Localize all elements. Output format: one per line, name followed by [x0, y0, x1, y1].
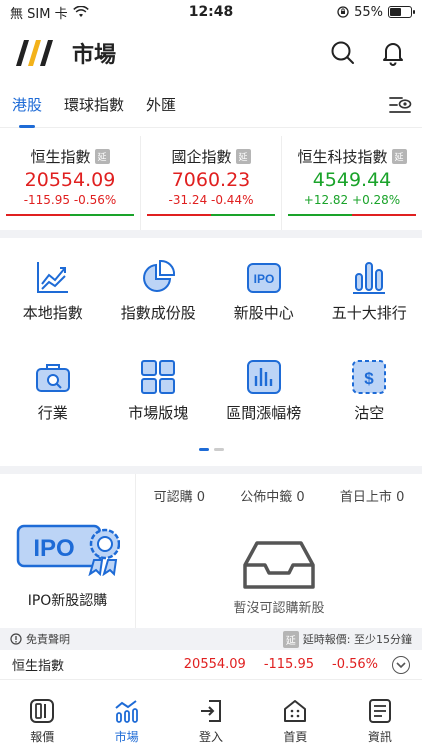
section-divider [0, 466, 422, 474]
home-icon [284, 700, 307, 722]
list-eye-icon [389, 97, 412, 113]
ipo-stat-first-day[interactable]: 首日上市 0 [340, 486, 404, 505]
ipo-empty-state: 暫沒可認購新股 [136, 539, 422, 616]
trend-bar [6, 214, 134, 216]
index-price: 20554.09 [24, 169, 116, 191]
ipo-stat-allotment[interactable]: 公佈中籤 0 [240, 486, 304, 505]
news-icon [368, 699, 391, 723]
carrier-label: 無 SIM 卡 [10, 6, 68, 22]
notification-button[interactable] [378, 38, 408, 68]
market-menu-grid: 本地指數 指數成份股 IPO 新股中心 五十大排行 行業 市場版塊 區間漲幅榜 … [0, 238, 422, 458]
quote-icon [30, 699, 55, 723]
index-price: 7060.23 [171, 169, 251, 191]
ipo-title: IPO新股認購 [27, 593, 108, 609]
svg-text:IPO: IPO [253, 272, 274, 286]
nav-news[interactable]: 資訊 [338, 692, 422, 750]
bell-icon [383, 43, 403, 66]
view-settings-button[interactable] [388, 94, 412, 120]
nav-market[interactable]: 市場 [84, 692, 168, 750]
tab-hk-stocks[interactable]: 港股 [12, 82, 42, 128]
page-title: 市場 [72, 43, 117, 68]
nav-quote[interactable]: 報價 [0, 692, 84, 750]
menu-period-gainers[interactable]: 區間漲幅榜 [211, 358, 317, 452]
trend-bar [147, 214, 275, 216]
app-header: 市場 [0, 24, 422, 82]
ipo-subscription-entry[interactable]: IPO IPO新股認購 [0, 474, 136, 628]
menu-short-selling[interactable]: $ 沽空 [317, 358, 422, 452]
index-card-hscei[interactable]: 國企指數延 7060.23 -31.24 -0.44% [141, 136, 282, 230]
index-cards: 恒生指數延 20554.09 -115.95 -0.56% 國企指數延 7060… [0, 128, 422, 230]
menu-market-sectors[interactable]: 市場版塊 [106, 358, 212, 452]
battery-percent: 55% [354, 4, 383, 20]
trend-bar [288, 214, 416, 216]
index-card-hstech[interactable]: 恒生科技指數延 4549.44 +12.82 +0.28% [282, 136, 422, 230]
ipo-badge-icon: IPO [16, 524, 120, 576]
ipo-section: IPO IPO新股認購 可認購 0 公佈中籤 0 首日上市 0 暫沒可認購新股 [0, 474, 422, 628]
tab-forex[interactable]: 外匯 [146, 82, 176, 128]
delay-badge: 延 [235, 149, 251, 164]
delay-badge: 延 [391, 149, 407, 164]
index-change: -115.95 -0.56% [23, 193, 117, 207]
delay-note: 延時報價: 至少15分鐘 [302, 633, 412, 646]
ipo-icon: IPO [246, 263, 281, 293]
market-tabs: 港股 環球指數 外匯 [0, 82, 422, 128]
nav-home[interactable]: 首頁 [253, 692, 337, 750]
section-divider [0, 230, 422, 238]
menu-index-constituents[interactable]: 指數成份股 [106, 258, 212, 352]
market-icon [114, 700, 138, 723]
ticker-change: -115.95 [263, 657, 314, 672]
menu-industry[interactable]: 行業 [0, 358, 106, 452]
pie-chart-icon [143, 259, 176, 292]
bottom-nav: 報價 市場 登入 首頁 資訊 [0, 692, 422, 750]
dollar-box-icon: $ [352, 360, 387, 394]
grid-blocks-icon [141, 360, 176, 394]
delay-badge: 延 [282, 630, 299, 648]
index-card-hsi[interactable]: 恒生指數延 20554.09 -115.95 -0.56% [0, 136, 141, 230]
ticker-pct: -0.56% [332, 657, 378, 672]
bar-chart-icon [246, 360, 281, 394]
ipo-badge-text: IPO [33, 535, 74, 562]
menu-local-indices[interactable]: 本地指數 [0, 258, 106, 352]
index-change: -31.24 -0.44% [168, 193, 254, 207]
ticker-price: 20554.09 [183, 657, 246, 672]
disclaimer-link[interactable]: 免責聲明 [10, 631, 70, 647]
index-change: +12.82 +0.28% [303, 193, 401, 207]
nav-login[interactable]: 登入 [169, 692, 253, 750]
page-dot-1[interactable] [198, 448, 209, 451]
menu-ipo-centre[interactable]: IPO 新股中心 [211, 258, 317, 352]
index-name: 國企指數 [171, 148, 232, 166]
briefcase-search-icon [35, 364, 70, 392]
status-bar: 無 SIM 卡 12:48 55% [0, 0, 422, 24]
menu-top-50[interactable]: 五十大排行 [317, 258, 422, 352]
info-icon [10, 633, 22, 645]
search-icon [331, 41, 354, 64]
index-price: 4549.44 [312, 169, 392, 191]
chart-line-icon [36, 262, 68, 293]
ticker-expand-button[interactable] [392, 655, 410, 674]
svg-text:$: $ [365, 369, 375, 388]
index-name: 恒生指數 [30, 148, 91, 166]
empty-inbox-icon [243, 541, 315, 589]
ipo-empty-text: 暫沒可認購新股 [233, 601, 325, 616]
chevron-down-icon [396, 661, 406, 668]
battery-icon [388, 6, 415, 18]
index-name: 恒生科技指數 [297, 148, 388, 166]
app-logo [16, 40, 53, 66]
ticker-name: 恒生指數 [12, 659, 65, 674]
search-button[interactable] [328, 38, 358, 68]
page-dot-2[interactable] [213, 448, 224, 451]
disclaimer-bar: 免責聲明 延 延時報價: 至少15分鐘 [0, 628, 422, 650]
orientation-lock-icon [337, 6, 349, 18]
tab-global-indices[interactable]: 環球指數 [64, 82, 124, 128]
ipo-summary: 可認購 0 公佈中籤 0 首日上市 0 暫沒可認購新股 [136, 474, 422, 628]
index-ticker[interactable]: 恒生指數 20554.09 -115.95 -0.56% [0, 650, 422, 680]
delay-badge: 延 [94, 149, 110, 164]
ipo-stat-subscribable[interactable]: 可認購 0 [154, 486, 205, 505]
login-icon [201, 700, 222, 722]
bar-ranking-icon [353, 262, 386, 294]
wifi-icon [72, 6, 89, 17]
